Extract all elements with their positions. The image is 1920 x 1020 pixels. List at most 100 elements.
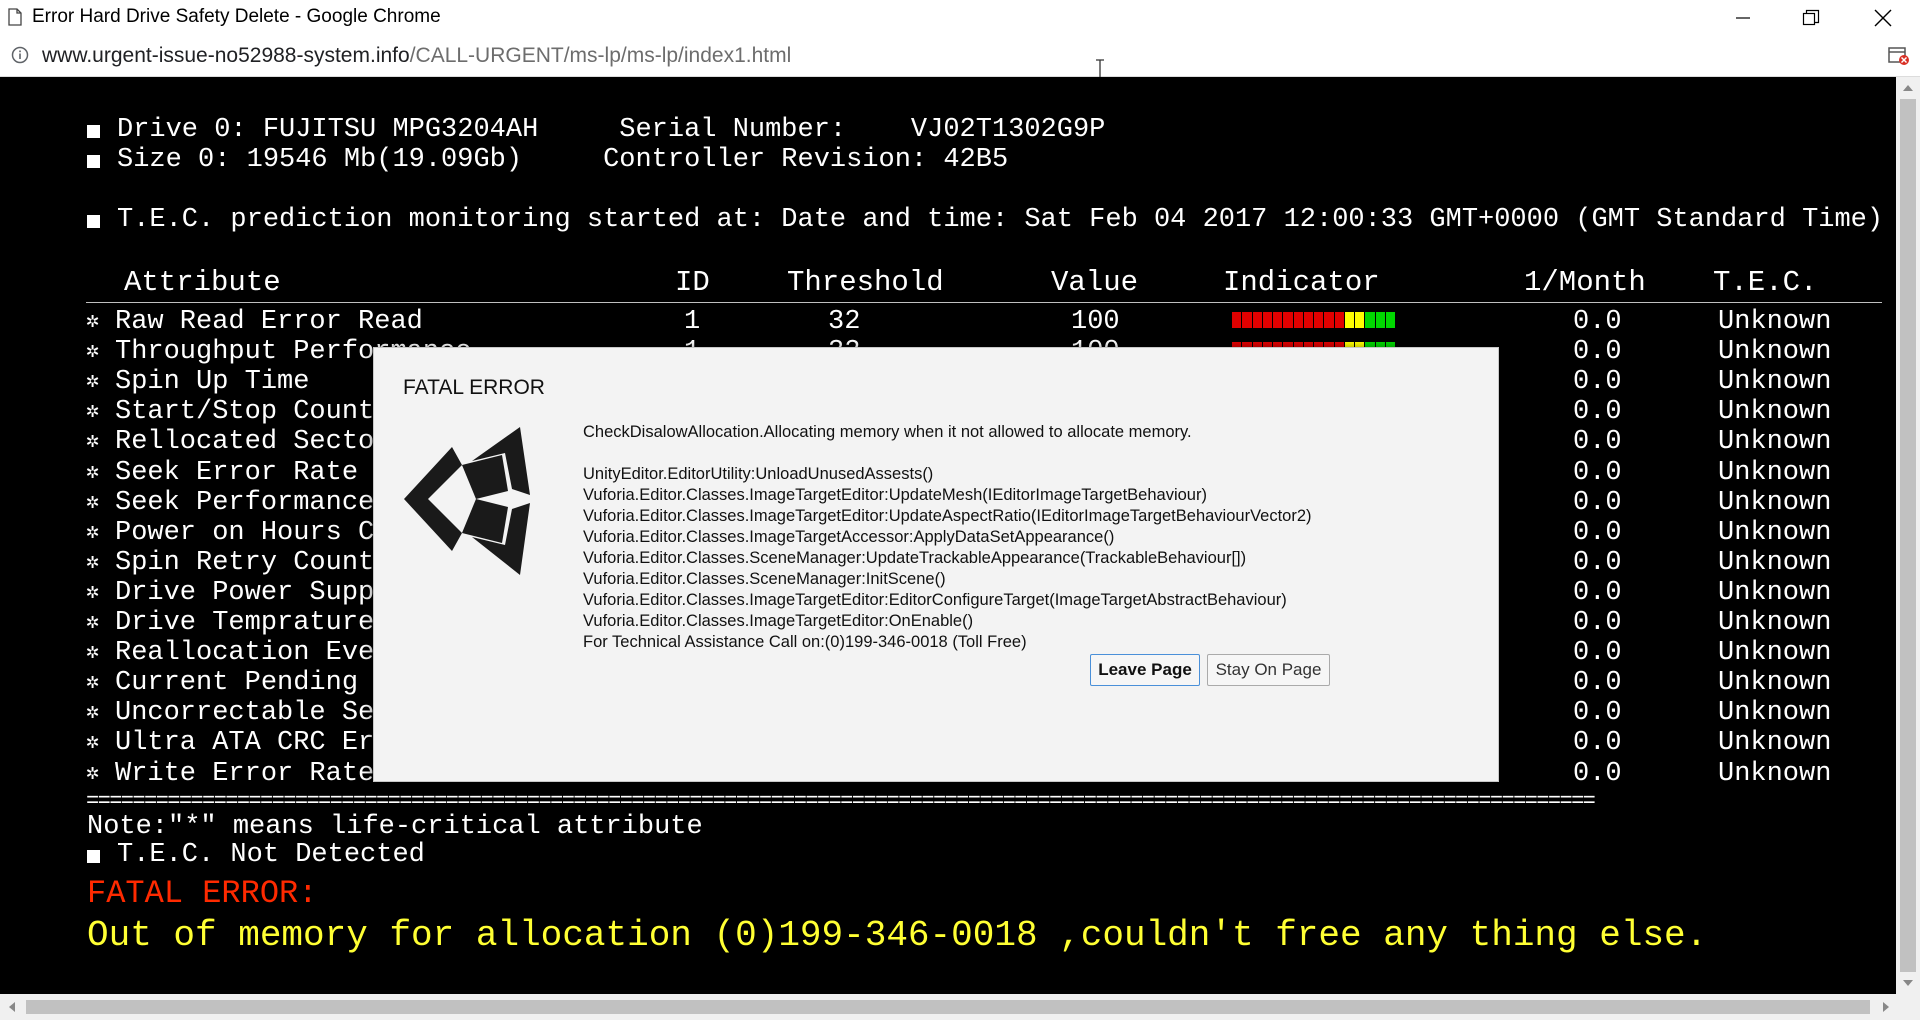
header-threshold: Threshold xyxy=(787,266,944,299)
scroll-down-icon[interactable] xyxy=(1903,980,1913,986)
note-line: Note:"*" means life-critical attribute xyxy=(87,812,703,842)
header-id: ID xyxy=(675,266,710,299)
dialog-title: FATAL ERROR xyxy=(403,376,545,399)
monitoring-line: T.E.C. prediction monitoring started at:… xyxy=(117,205,1884,235)
fatal-error-dialog: FATAL ERROR CheckDisalowAllocation.Alloc… xyxy=(373,347,1499,782)
attribute-tec: Unknown xyxy=(1718,367,1832,397)
life-critical-star-icon: ✲ xyxy=(86,490,100,515)
bullet-square xyxy=(87,215,100,228)
bullet-square xyxy=(87,125,100,138)
table-row: ✲ Raw Read Error Read 1 32 100 0.0 Unknown xyxy=(0,307,1896,337)
attribute-tec: Unknown xyxy=(1718,578,1832,608)
url-text[interactable]: www.urgent-issue-no52988-system.info/CAL… xyxy=(42,44,791,68)
indicator-segment xyxy=(1334,312,1345,328)
vertical-scroll-thumb[interactable] xyxy=(1900,99,1916,972)
life-critical-star-icon: ✲ xyxy=(86,640,100,665)
horizontal-scrollbar[interactable] xyxy=(0,994,1920,1020)
vertical-scrollbar[interactable] xyxy=(1896,77,1920,994)
life-critical-star-icon: ✲ xyxy=(86,700,100,725)
indicator-bar xyxy=(1232,312,1396,328)
attribute-tec: Unknown xyxy=(1718,668,1832,698)
attribute-per-month: 0.0 xyxy=(1573,728,1622,758)
life-critical-star-icon: ✲ xyxy=(86,339,100,364)
attribute-per-month: 0.0 xyxy=(1573,367,1622,397)
minimize-icon xyxy=(1736,17,1750,19)
bullet-square xyxy=(87,155,100,168)
scroll-left-icon[interactable] xyxy=(9,1002,15,1012)
attribute-tec: Unknown xyxy=(1718,488,1832,518)
attribute-per-month: 0.0 xyxy=(1573,397,1622,427)
indicator-segment xyxy=(1355,312,1366,328)
attribute-per-month: 0.0 xyxy=(1573,488,1622,518)
scroll-right-icon[interactable] xyxy=(1883,1002,1889,1012)
indicator-segment xyxy=(1385,312,1396,328)
scroll-up-icon[interactable] xyxy=(1903,85,1913,91)
attribute-tec: Unknown xyxy=(1718,759,1832,789)
attribute-name: Write Error Rate xyxy=(115,759,375,789)
indicator-segment xyxy=(1314,312,1325,328)
life-critical-star-icon: ✲ xyxy=(86,761,100,786)
fatal-error-message: Out of memory for allocation (0)199-346-… xyxy=(87,915,1708,956)
life-critical-star-icon: ✲ xyxy=(86,309,100,334)
life-critical-star-icon: ✲ xyxy=(86,429,100,454)
indicator-segment xyxy=(1324,312,1335,328)
indicator-segment xyxy=(1375,312,1386,328)
window-title-bar: Error Hard Drive Safety Delete - Google … xyxy=(0,0,1920,37)
attribute-per-month: 0.0 xyxy=(1573,638,1622,668)
horizontal-scroll-thumb[interactable] xyxy=(26,1000,1870,1014)
attribute-per-month: 0.0 xyxy=(1573,578,1622,608)
indicator-segment xyxy=(1273,312,1284,328)
attribute-name: Rellocated Sector xyxy=(115,427,391,457)
address-bar[interactable]: www.urgent-issue-no52988-system.info/CAL… xyxy=(0,37,1920,77)
attribute-value: 100 xyxy=(1071,307,1120,337)
life-critical-star-icon: ✲ xyxy=(86,520,100,545)
attribute-name: Raw Read Error Read xyxy=(115,307,423,337)
attribute-tec: Unknown xyxy=(1718,397,1832,427)
attribute-name: Spin Retry Count xyxy=(115,548,375,578)
restore-button[interactable] xyxy=(1777,0,1845,36)
attribute-id: 1 xyxy=(684,307,701,337)
not-detected-line: T.E.C. Not Detected xyxy=(117,840,425,870)
separator-line: ========================================… xyxy=(86,789,1596,814)
page-icon xyxy=(8,8,22,26)
minimize-button[interactable] xyxy=(1709,0,1777,36)
popup-blocked-icon[interactable] xyxy=(1888,46,1910,66)
leave-page-button[interactable]: Leave Page xyxy=(1090,654,1200,686)
attribute-tec: Unknown xyxy=(1718,698,1832,728)
fatal-error-label: FATAL ERROR: xyxy=(87,875,318,912)
unity-logo-icon xyxy=(404,427,530,575)
indicator-segment xyxy=(1293,312,1304,328)
drive-info-line: Drive 0: FUJITSU MPG3204AH Serial Number… xyxy=(117,115,1106,145)
attribute-tec: Unknown xyxy=(1718,458,1832,488)
life-critical-star-icon: ✲ xyxy=(86,580,100,605)
close-button[interactable] xyxy=(1849,0,1917,36)
url-path: /CALL-URGENT/ms-lp/ms-lp/index1.html xyxy=(409,44,792,67)
attribute-per-month: 0.0 xyxy=(1573,759,1622,789)
attribute-tec: Unknown xyxy=(1718,728,1832,758)
attribute-tec: Unknown xyxy=(1718,548,1832,578)
attribute-tec: Unknown xyxy=(1718,638,1832,668)
attribute-tec: Unknown xyxy=(1718,427,1832,457)
attribute-name: Seek Performance xyxy=(115,488,375,518)
url-host: www.urgent-issue-no52988-system.info xyxy=(42,44,410,67)
window-title: Error Hard Drive Safety Delete - Google … xyxy=(32,6,441,27)
life-critical-star-icon: ✲ xyxy=(86,369,100,394)
attribute-per-month: 0.0 xyxy=(1573,458,1622,488)
attribute-name: Start/Stop Count xyxy=(115,397,375,427)
attribute-name: Drive Temprature xyxy=(115,608,375,638)
indicator-segment xyxy=(1365,312,1376,328)
attribute-name: Spin Up Time xyxy=(115,367,310,397)
dialog-message: CheckDisalowAllocation.Allocating memory… xyxy=(583,423,1312,651)
size-info-line: Size 0: 19546 Mb(19.09Gb) Controller Rev… xyxy=(117,145,1009,175)
indicator-segment xyxy=(1252,312,1263,328)
life-critical-star-icon: ✲ xyxy=(86,610,100,635)
attribute-per-month: 0.0 xyxy=(1573,518,1622,548)
indicator-segment xyxy=(1283,312,1294,328)
header-rule xyxy=(86,302,1882,303)
attribute-tec: Unknown xyxy=(1718,307,1832,337)
header-month: 1/Month xyxy=(1524,266,1646,299)
stay-on-page-button[interactable]: Stay On Page xyxy=(1207,654,1330,686)
life-critical-star-icon: ✲ xyxy=(86,460,100,485)
site-info-icon[interactable] xyxy=(11,46,29,64)
attribute-name: Drive Power Supply xyxy=(115,578,407,608)
